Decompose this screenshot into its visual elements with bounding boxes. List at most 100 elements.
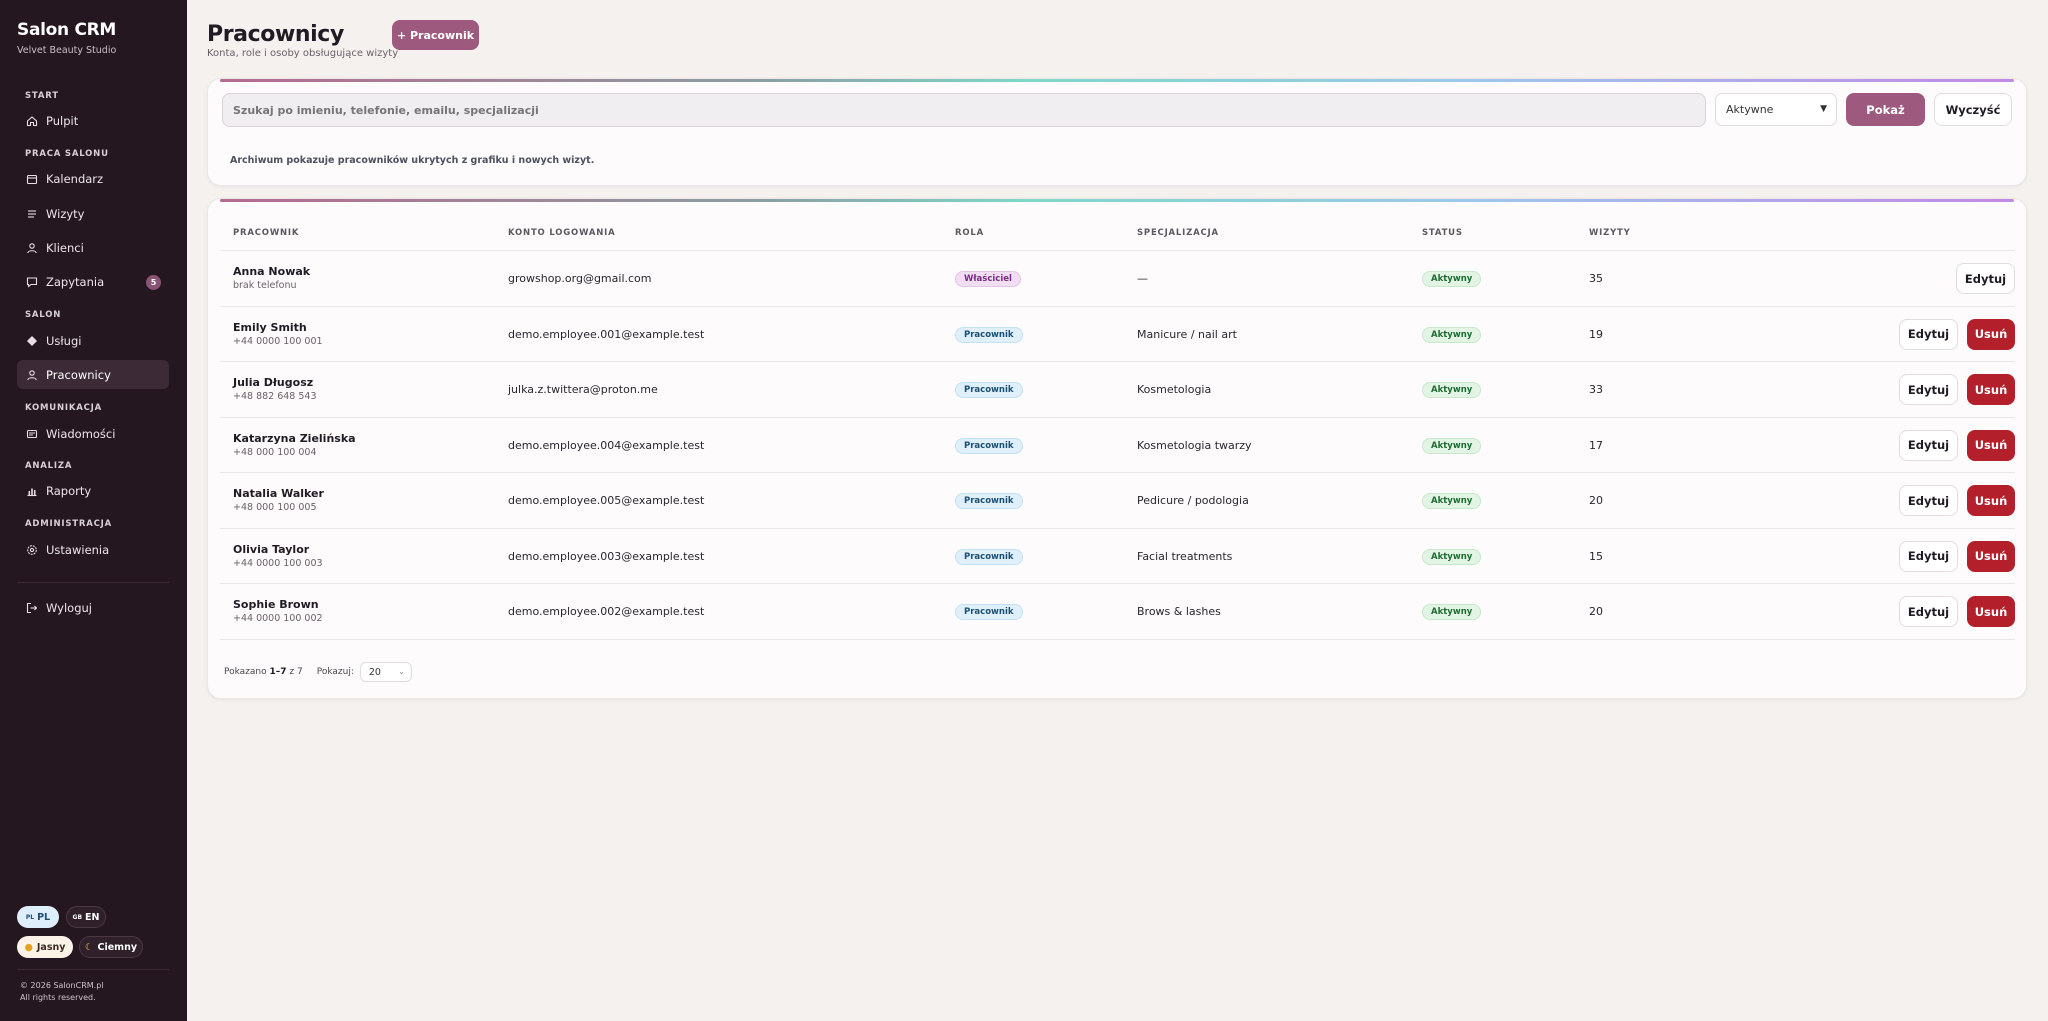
sidebar-item-reports[interactable]: Raporty	[17, 476, 169, 505]
employee-cell: Julia Długosz +48 882 648 543	[233, 376, 317, 402]
visits-count: 20	[1589, 494, 1603, 507]
edit-button[interactable]: Edytuj	[1899, 596, 1958, 627]
delete-button[interactable]: Usuń	[1967, 318, 2015, 350]
visits-count: 15	[1589, 549, 1603, 563]
visits-count: 33	[1589, 383, 1603, 396]
visits-count: 20	[1589, 605, 1603, 618]
lang-en-button[interactable]: GB EN	[66, 906, 106, 928]
status-badge: Aktywny	[1422, 326, 1482, 343]
section-analysis: ANALIZA	[25, 461, 73, 471]
theme-dark-button[interactable]: ☾ Ciemny	[79, 936, 143, 958]
edit-button[interactable]: Edytuj	[1899, 540, 1958, 572]
sidebar-item-label: Zapytania	[46, 274, 105, 289]
page-subtitle: Konta, role i osoby obsługujące wizyty	[207, 48, 399, 59]
show-button[interactable]: Pokaż	[1846, 93, 1925, 126]
employee-cell: Emily Smith +44 0000 100 001	[233, 321, 323, 347]
card-accent-bar	[220, 199, 2014, 202]
sidebar-item-label: Pracownicy	[46, 367, 111, 382]
sidebar-item-label: Raporty	[46, 483, 92, 498]
message-icon	[26, 428, 38, 440]
status-badge: Aktywny	[1422, 493, 1482, 509]
employee-phone: +44 0000 100 003	[233, 557, 323, 569]
employee-phone: +44 0000 100 002	[233, 613, 323, 624]
user-icon	[26, 242, 38, 254]
users-icon	[26, 369, 38, 381]
card-accent-bar	[220, 79, 2014, 82]
column-header-employee: PRACOWNIK	[233, 228, 300, 238]
role-badge: Pracownik	[955, 493, 1023, 509]
visits-count: 35	[1589, 272, 1603, 285]
sidebar-item-services[interactable]: Usługi	[17, 326, 169, 355]
edit-button[interactable]: Edytuj	[1899, 318, 1958, 350]
sidebar-item-clients[interactable]: Klienci	[17, 233, 169, 262]
edit-button[interactable]: Edytuj	[1899, 429, 1958, 461]
delete-button[interactable]: Usuń	[1967, 485, 2015, 516]
sidebar-item-calendar[interactable]: Kalendarz	[17, 164, 169, 193]
table-bottom-divider	[220, 638, 2015, 640]
sun-icon: ●	[24, 941, 33, 953]
delete-button[interactable]: Usuń	[1967, 429, 2015, 461]
employee-phone: +44 0000 100 001	[233, 335, 323, 347]
page-size-select[interactable]: 20 ⌄	[359, 662, 412, 682]
edit-button[interactable]: Edytuj	[1956, 263, 2015, 294]
sidebar-item-logout[interactable]: Wyloguj	[17, 593, 169, 622]
employee-email: demo.employee.004@example.test	[508, 438, 705, 452]
tag-icon	[26, 335, 38, 347]
gear-icon	[26, 544, 38, 556]
column-header-role: ROLA	[955, 228, 984, 238]
delete-button[interactable]: Usuń	[1967, 374, 2015, 405]
sidebar-item-label: Wyloguj	[46, 600, 92, 615]
edit-button[interactable]: Edytuj	[1899, 485, 1958, 516]
page-size-value: 20	[368, 666, 381, 678]
sidebar-item-settings[interactable]: Ustawienia	[17, 535, 169, 564]
section-work: PRACA SALONU	[25, 149, 109, 159]
sidebar-item-visits[interactable]: Wizyty	[17, 199, 169, 228]
employee-cell: Katarzyna Zielińska +48 000 100 004	[233, 432, 356, 458]
employee-cell: Sophie Brown +44 0000 100 002	[233, 598, 323, 624]
clear-button[interactable]: Wyczyść	[1934, 93, 2012, 126]
role-badge: Właściciel	[955, 271, 1021, 287]
delete-button[interactable]: Usuń	[1967, 596, 2015, 627]
gb-flag-icon: GB	[72, 913, 83, 921]
employee-name: Katarzyna Zielińska	[233, 431, 356, 445]
lang-pl-button[interactable]: PL PL	[17, 906, 59, 928]
table-row: Katarzyna Zielińska +48 000 100 004 demo.e…	[220, 416, 2015, 473]
pagination-total: z 7	[289, 667, 303, 677]
pl-flag-icon: PL	[25, 913, 35, 921]
column-header-specialization: SPECJALIZACJA	[1137, 228, 1219, 238]
section-communication: KOMUNIKACJA	[25, 403, 103, 413]
employee-cell: Anna Nowak brak telefonu	[233, 265, 310, 291]
pagination-shown-label: Pokazano	[224, 667, 267, 677]
sidebar-item-inquiries[interactable]: Zapytania 5	[17, 267, 169, 296]
table-row: Emily Smith +44 0000 100 001 demo.employee…	[220, 305, 2015, 362]
page-title: Pracownicy	[207, 22, 344, 47]
add-employee-button[interactable]: + Pracownik	[392, 20, 479, 50]
employee-specialization: —	[1137, 272, 1148, 285]
theme-light-button[interactable]: ● Jasny	[17, 936, 73, 958]
status-select[interactable]: Aktywne ▼	[1715, 93, 1837, 126]
rights-text: All rights reserved.	[20, 993, 96, 1002]
sidebar-item-label: Klienci	[46, 240, 84, 255]
column-header-status: STATUS	[1422, 228, 1463, 238]
employee-name: Emily Smith	[233, 320, 307, 334]
home-icon	[26, 115, 38, 127]
employee-email: demo.employee.002@example.test	[508, 605, 705, 618]
edit-button[interactable]: Edytuj	[1899, 374, 1958, 405]
filter-card: Aktywne ▼ Pokaż Wyczyść Archiwum pokazuj…	[207, 78, 2027, 186]
pagination: Pokazano 1–7 z 7 Pokazuj: 20 ⌄	[224, 662, 412, 682]
sidebar-item-label: Wiadomości	[46, 426, 116, 441]
employee-specialization: Kosmetologia twarzy	[1137, 438, 1252, 452]
employee-specialization: Facial treatments	[1137, 549, 1233, 563]
sidebar: Salon CRM Velvet Beauty Studio START Pul…	[0, 0, 187, 1021]
search-input[interactable]	[222, 93, 1706, 127]
visits-count: 19	[1589, 327, 1603, 341]
employee-cell: Natalia Walker +48 000 100 005	[233, 487, 324, 513]
delete-button[interactable]: Usuń	[1967, 540, 2015, 572]
copyright-text: © 2026 SalonCRM.pl	[20, 981, 104, 990]
sidebar-item-messages[interactable]: Wiadomości	[17, 419, 169, 448]
archive-note: Archiwum pokazuje pracowników ukrytych z…	[230, 155, 595, 166]
pagination-range: 1–7	[269, 667, 287, 677]
role-badge: Pracownik	[955, 604, 1023, 620]
sidebar-item-dashboard[interactable]: Pulpit	[17, 106, 169, 135]
sidebar-item-employees[interactable]: Pracownicy	[17, 360, 169, 389]
